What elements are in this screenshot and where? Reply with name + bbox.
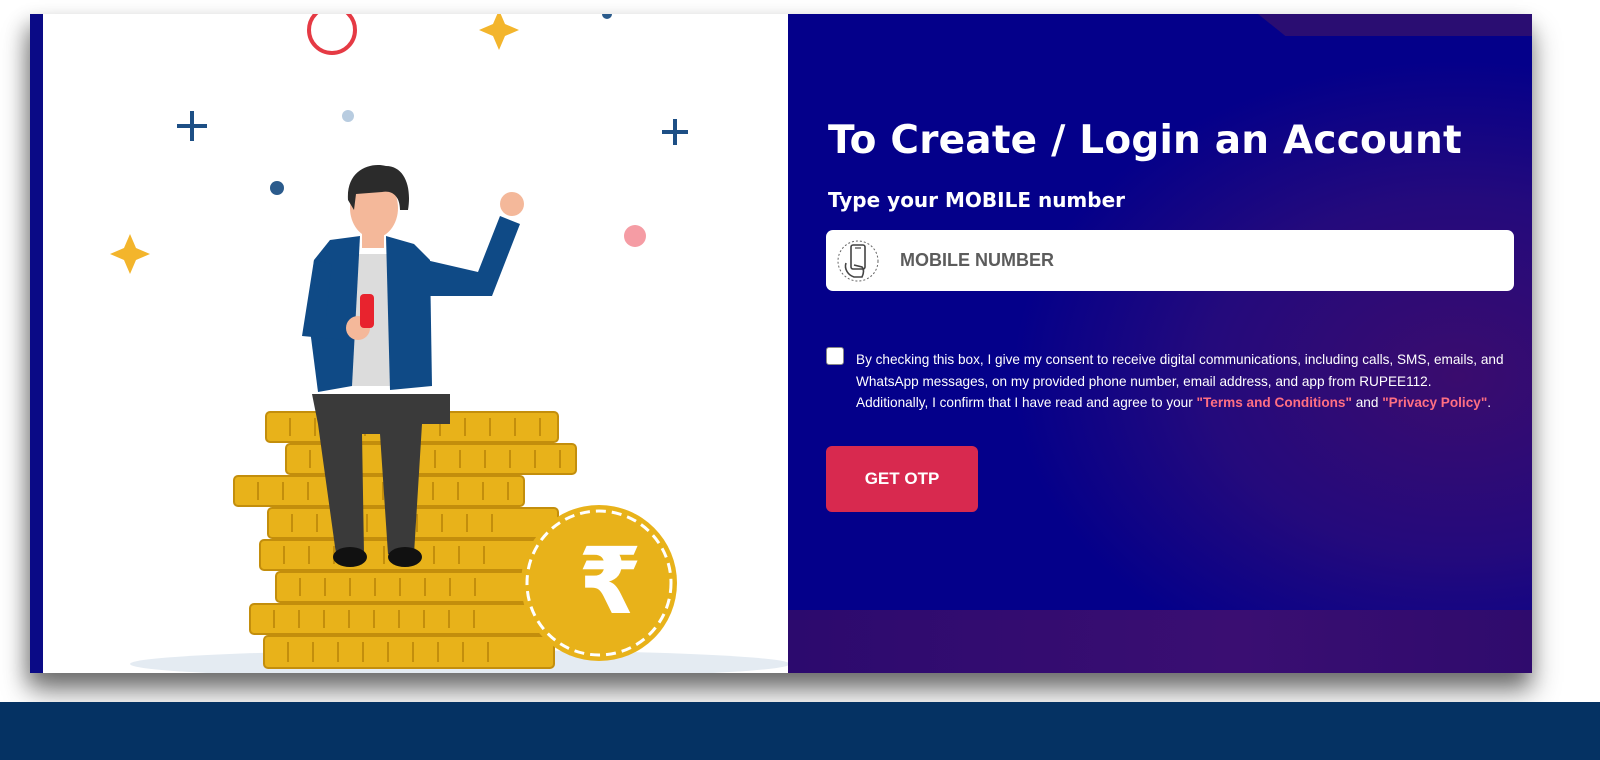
- dot-decoration: [270, 181, 284, 195]
- login-title: To Create / Login an Account: [828, 118, 1462, 163]
- mobile-number-label: Type your MOBILE number: [828, 188, 1126, 212]
- phone-in-hand-icon: [837, 240, 879, 281]
- consent-checkbox[interactable]: [826, 347, 844, 365]
- consent-text: By checking this box, I give my consent …: [856, 349, 1516, 414]
- dot-decoration: [602, 14, 612, 19]
- plus-decoration: [662, 119, 688, 145]
- consent-text-line2: Additionally, I confirm that I have read…: [856, 395, 1193, 410]
- dot-decoration: [624, 225, 646, 247]
- dot-decoration: [342, 110, 354, 122]
- login-panel: [788, 14, 1532, 673]
- login-card: ₹: [30, 14, 1532, 673]
- consent-period: .: [1487, 395, 1492, 410]
- star-decoration: [110, 234, 150, 274]
- privacy-link[interactable]: "Privacy Policy": [1382, 395, 1487, 410]
- panel-bottom-band: [788, 610, 1532, 673]
- rupee-symbol: ₹: [577, 528, 642, 635]
- footer-band: [0, 702, 1600, 760]
- plus-decoration: [177, 111, 207, 141]
- terms-link[interactable]: "Terms and Conditions": [1197, 395, 1352, 410]
- consent-and-text: and: [1355, 395, 1379, 410]
- man-on-coins-illustration: [110, 14, 788, 673]
- red-ring-decoration: [307, 14, 357, 55]
- mobile-number-input[interactable]: [900, 250, 1460, 271]
- star-decoration: [479, 14, 519, 50]
- mobile-number-field[interactable]: [826, 230, 1514, 291]
- illustration-panel: ₹: [30, 14, 788, 673]
- get-otp-button[interactable]: GET OTP: [826, 446, 978, 512]
- consent-text-line1: By checking this box, I give my consent …: [856, 352, 1504, 389]
- panel-notch-decoration: [1258, 14, 1532, 36]
